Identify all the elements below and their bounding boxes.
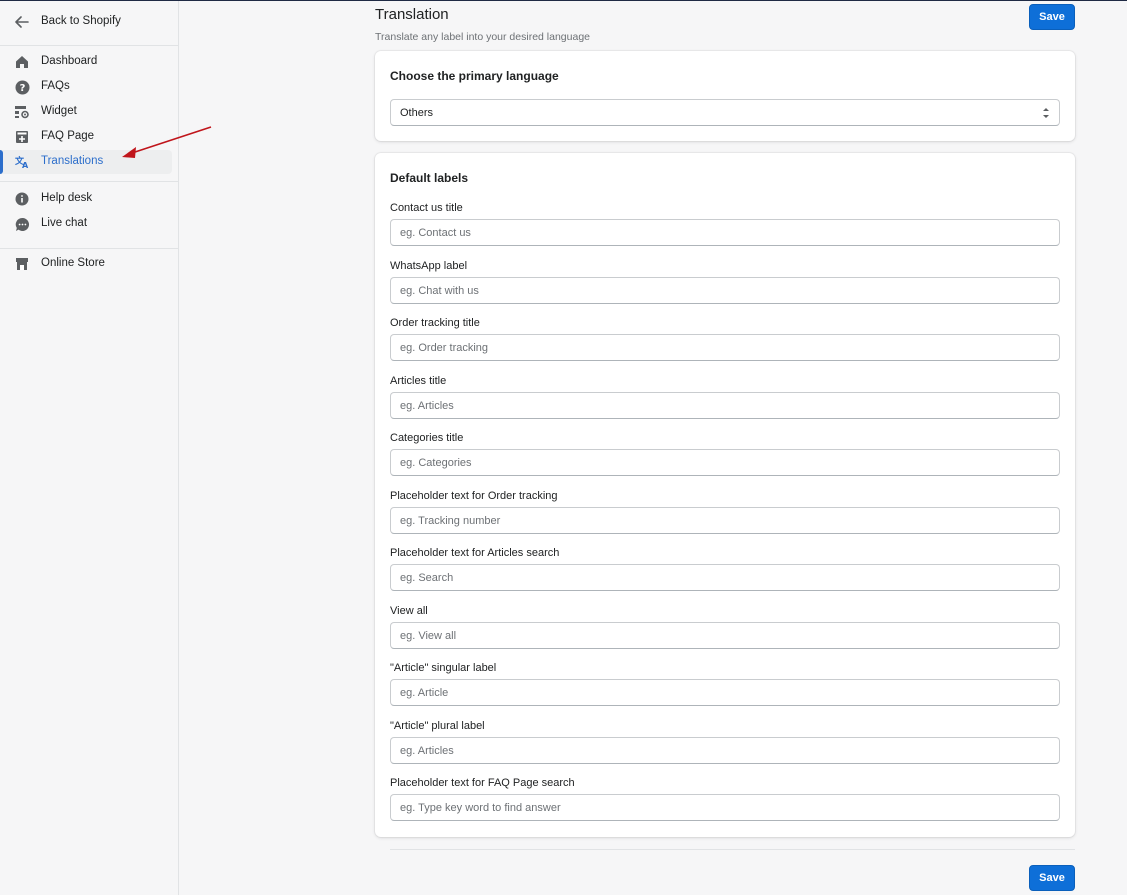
article-plural-input[interactable]: [390, 737, 1060, 764]
articles-title-input[interactable]: [390, 392, 1060, 419]
field-label: Placeholder text for Articles search: [390, 547, 560, 559]
annotation-arrow-icon: [122, 126, 212, 158]
articles-search-placeholder-input[interactable]: [390, 564, 1060, 591]
add-page-icon: [14, 129, 30, 145]
view-all-input[interactable]: [390, 622, 1060, 649]
card-title: Choose the primary language: [390, 69, 559, 83]
save-button[interactable]: Save: [1029, 4, 1075, 30]
footer-divider: [390, 849, 1075, 850]
info-circle-icon: [14, 191, 30, 207]
article-singular-input[interactable]: [390, 679, 1060, 706]
field-label: Articles title: [390, 375, 447, 387]
sidebar-item-online-store[interactable]: Online Store: [0, 252, 172, 276]
select-value: Others: [400, 107, 434, 119]
field-label: Placeholder text for Order tracking: [390, 490, 558, 502]
sidebar-item-label: Dashboard: [41, 55, 98, 67]
sidebar-item-label: Translations: [41, 155, 104, 167]
widget-settings-icon: [14, 104, 30, 120]
contact-us-title-input[interactable]: [390, 219, 1060, 246]
sidebar-divider: [0, 45, 178, 46]
sidebar-item-label: Live chat: [41, 217, 88, 229]
whatsapp-label-input[interactable]: [390, 277, 1060, 304]
order-tracking-title-input[interactable]: [390, 334, 1060, 361]
home-icon: [14, 54, 30, 70]
field-label: Contact us title: [390, 202, 463, 214]
sidebar-divider: [0, 248, 178, 249]
sidebar-item-dashboard[interactable]: Dashboard: [0, 50, 172, 74]
field-label: Placeholder text for FAQ Page search: [390, 777, 575, 789]
sidebar-item-label: Help desk: [41, 192, 93, 204]
select-chevron-icon: [1043, 108, 1049, 118]
arrow-left-icon: [14, 14, 30, 30]
back-to-shopify-link[interactable]: Back to Shopify: [0, 10, 172, 34]
field-label: "Article" singular label: [390, 662, 497, 674]
sidebar-item-label: FAQ Page: [41, 130, 95, 142]
faq-page-search-placeholder-input[interactable]: [390, 794, 1060, 821]
sidebar-item-label: Widget: [41, 105, 77, 117]
order-tracking-placeholder-input[interactable]: [390, 507, 1060, 534]
primary-language-card: Choose the primary language Others: [375, 51, 1075, 141]
svg-text:?: ?: [19, 83, 25, 94]
sidebar-divider: [0, 181, 178, 182]
primary-language-select[interactable]: Others: [390, 99, 1060, 126]
sidebar-item-help-desk[interactable]: Help desk: [0, 187, 172, 211]
page-title: Translation: [375, 6, 449, 23]
page-subtitle: Translate any label into your desired la…: [375, 31, 590, 43]
field-label: Categories title: [390, 432, 464, 444]
back-to-shopify-label: Back to Shopify: [41, 15, 121, 27]
field-label: "Article" plural label: [390, 720, 485, 732]
field-label: View all: [390, 605, 428, 617]
chat-bubble-icon: [14, 216, 30, 232]
translate-icon: 文A: [14, 154, 30, 170]
sidebar-item-label: Online Store: [41, 257, 105, 269]
footer-save-button[interactable]: Save: [1029, 865, 1075, 891]
sidebar-item-label: FAQs: [41, 80, 70, 92]
sidebar-item-widget[interactable]: Widget: [0, 100, 172, 124]
store-icon: [14, 256, 30, 272]
field-label: WhatsApp label: [390, 260, 468, 272]
categories-title-input[interactable]: [390, 449, 1060, 476]
sidebar-item-faqs[interactable]: ? FAQs: [0, 75, 172, 99]
card-title: Default labels: [390, 171, 469, 185]
question-circle-icon: ?: [14, 79, 30, 95]
field-label: Order tracking title: [390, 317, 480, 329]
sidebar-item-live-chat[interactable]: Live chat: [0, 212, 172, 236]
default-labels-card: Default labels Contact us title WhatsApp…: [375, 153, 1075, 837]
svg-text:A: A: [22, 161, 29, 169]
